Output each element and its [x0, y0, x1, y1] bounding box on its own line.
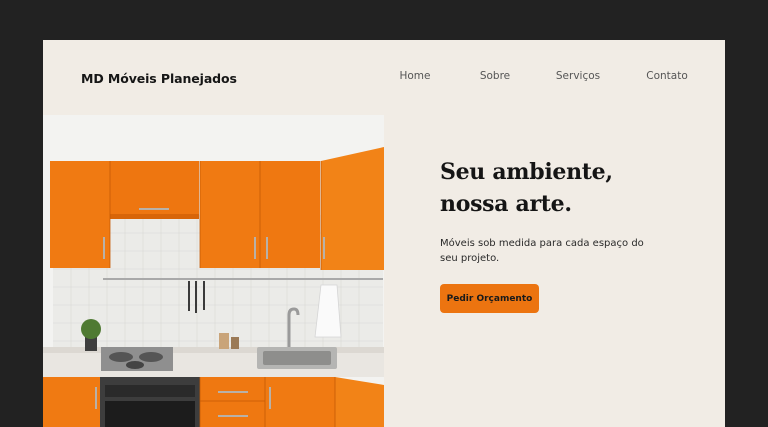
hero-headline-line-2: nossa arte. — [440, 191, 572, 217]
landing-page: MD Móveis Planejados Home Sobre Serviços… — [43, 40, 725, 427]
hero-subtitle: Móveis sob medida para cada espaço do se… — [440, 238, 644, 264]
nav-link-servicos[interactable]: Serviços — [556, 70, 600, 82]
main-nav: Home Sobre Serviços Contato — [43, 70, 725, 86]
hero-headline: Seu ambiente, nossa arte. — [440, 156, 613, 220]
nav-link-contato[interactable]: Contato — [646, 70, 688, 82]
hero-kitchen-image — [43, 115, 384, 427]
nav-link-sobre[interactable]: Sobre — [480, 70, 510, 82]
hero-headline-line-1: Seu ambiente, — [440, 159, 613, 185]
request-quote-button[interactable]: Pedir Orçamento — [440, 284, 539, 313]
nav-link-home[interactable]: Home — [399, 70, 430, 82]
